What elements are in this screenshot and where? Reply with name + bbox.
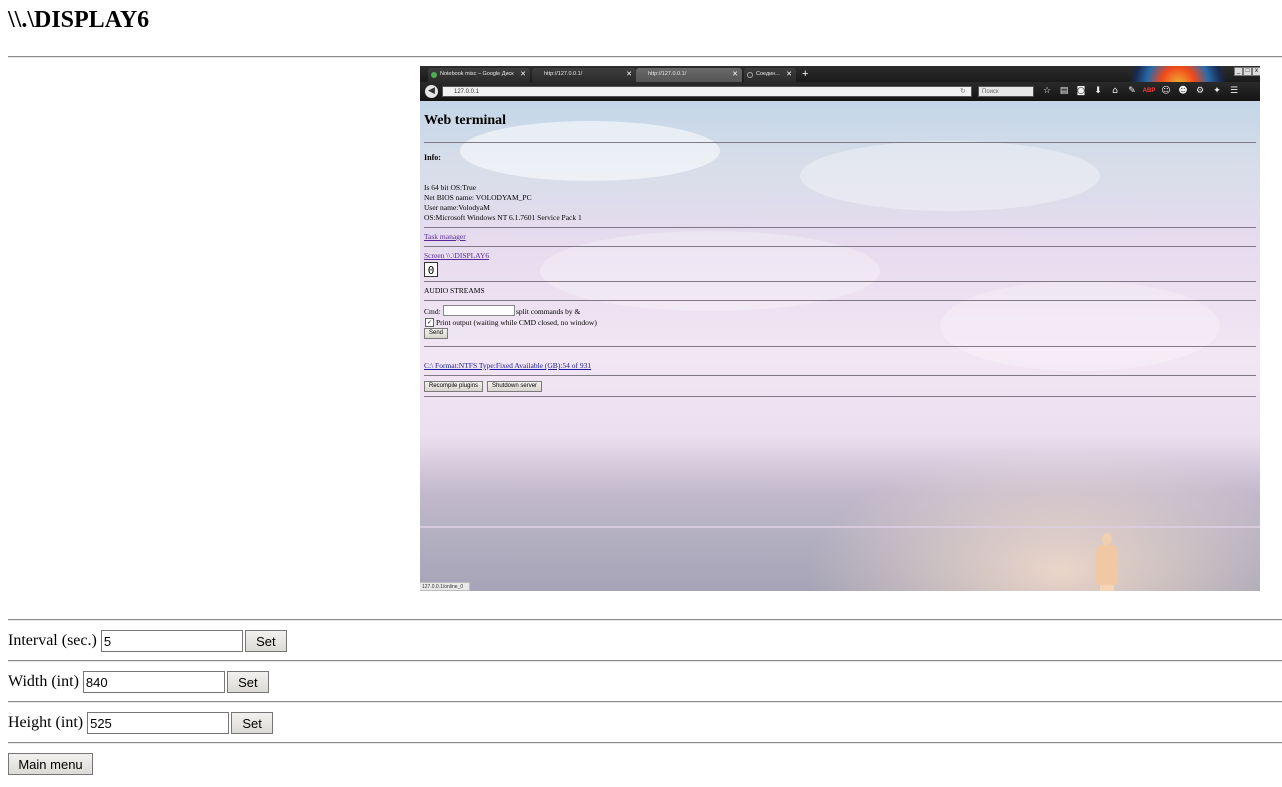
minimize-icon[interactable]: _ [1234, 67, 1243, 76]
google-drive-icon [431, 72, 437, 78]
print-output-label: Print output (waiting while CMD closed, … [436, 318, 597, 327]
extension-icon[interactable]: ✦ [1210, 84, 1224, 98]
drive-link[interactable]: C:\ Format:NTFS Type:Fixed Available (GB… [424, 361, 591, 370]
divider [424, 396, 1256, 397]
send-button[interactable]: Send [424, 328, 449, 339]
smiley-icon[interactable]: ☺ [1159, 84, 1173, 98]
search-box[interactable]: Поиск [978, 86, 1034, 97]
divider [424, 246, 1256, 247]
divider [424, 300, 1256, 301]
divider [8, 619, 1282, 621]
pen-icon[interactable]: ✎ [1125, 84, 1139, 98]
menu-icon[interactable]: ☰ [1227, 84, 1241, 98]
divider [8, 701, 1282, 703]
info-heading: Info: [424, 153, 441, 162]
main-menu-button[interactable]: Main menu [8, 753, 93, 775]
width-label: Width (int) [8, 673, 79, 690]
browser-status-bar: 127.0.0.1/online_0 [420, 582, 470, 591]
new-tab-button[interactable]: + [802, 66, 808, 82]
window-close-icon[interactable]: x [1252, 67, 1260, 76]
print-output-checkbox[interactable]: ✓ [425, 318, 434, 327]
divider [8, 660, 1282, 662]
close-icon[interactable]: ✕ [520, 68, 526, 81]
tab-label: http://127.0.0.1/ [544, 71, 583, 77]
web-terminal-title: Web terminal [424, 113, 507, 128]
divider [424, 375, 1256, 376]
browser-tab-bar: Notebook misc – Google Диск ✕ http://127… [420, 66, 1260, 104]
back-arrow-icon[interactable]: ◀ [425, 85, 438, 98]
browser-tab-active[interactable]: http://127.0.0.1/ ✕ [636, 68, 742, 82]
interval-input[interactable] [100, 630, 243, 652]
task-manager-link[interactable]: Task manager [424, 232, 466, 241]
gear-icon[interactable]: ⚙ [1193, 84, 1207, 98]
tab-label: Соедин... [756, 71, 780, 77]
home-icon[interactable]: ⌂ [1108, 84, 1122, 98]
reload-icon[interactable]: ↻ [960, 86, 966, 97]
clipboard-icon[interactable]: ▤ [1057, 84, 1071, 98]
browser-tab[interactable]: Соедин... ✕ [744, 68, 796, 82]
info-line: Net BIOS name: VOLODYAM_PC [424, 193, 532, 202]
browser-nav-bar: ◀ 127.0.0.1 ↻ Поиск ☆ ▤ ◙ ⬇ ⌂ ✎ ABP ☺ ☻ … [420, 82, 1260, 101]
adblock-icon[interactable]: ABP [1142, 84, 1156, 98]
tab-label: Notebook misc – Google Диск [440, 71, 514, 77]
close-icon[interactable]: ✕ [786, 68, 792, 81]
shutdown-server-button[interactable]: Shutdown server [487, 381, 543, 392]
interval-set-button[interactable]: Set [244, 630, 287, 652]
cmd-hint: split commands by & [516, 307, 581, 316]
download-icon[interactable]: ⬇ [1091, 84, 1105, 98]
divider [424, 142, 1256, 143]
divider [424, 346, 1256, 347]
remote-screenshot[interactable]: Notebook misc – Google Диск ✕ http://127… [420, 66, 1260, 591]
loading-spinner-icon [747, 72, 753, 78]
width-row: Width (int) Set [8, 670, 269, 694]
info-line: OS:Microsoft Windows NT 6.1.7601 Service… [424, 213, 582, 222]
interval-label: Interval (sec.) [8, 632, 97, 649]
close-icon[interactable]: ✕ [732, 68, 738, 81]
height-input[interactable] [87, 712, 230, 734]
pocket-icon[interactable]: ◙ [1074, 84, 1088, 98]
maximize-icon[interactable]: □ [1243, 67, 1252, 76]
browser-tab[interactable]: http://127.0.0.1/ ✕ [532, 68, 636, 82]
close-icon[interactable]: ✕ [626, 68, 632, 81]
toolbar-icons: ☆ ▤ ◙ ⬇ ⌂ ✎ ABP ☺ ☻ ⚙ ✦ ☰ [1040, 84, 1241, 99]
height-label: Height (int) [8, 714, 84, 731]
height-set-button[interactable]: Set [231, 712, 274, 734]
address-bar[interactable]: 127.0.0.1 [442, 86, 972, 97]
screen-link[interactable]: Screen \\.\DISPLAY6 [424, 251, 489, 260]
info-line: User name:VolodyaM [424, 203, 490, 212]
page-title: \\.\DISPLAY6 [8, 7, 150, 33]
bookmark-star-icon[interactable]: ☆ [1040, 84, 1054, 98]
divider [424, 281, 1256, 282]
web-terminal-page: Web terminal Info: Is 64 bit OS:True Net… [420, 101, 1260, 591]
tab-label: http://127.0.0.1/ [648, 71, 687, 77]
face-icon[interactable]: ☻ [1176, 84, 1190, 98]
info-line: Is 64 bit OS:True [424, 183, 477, 192]
cmd-label: Cmd: [424, 307, 441, 316]
divider [8, 56, 1282, 58]
width-input[interactable] [82, 671, 225, 693]
cmd-input[interactable] [443, 305, 515, 316]
interval-row: Interval (sec.) Set [8, 629, 287, 653]
browser-tab[interactable]: Notebook misc – Google Диск ✕ [428, 68, 530, 82]
height-row: Height (int) Set [8, 711, 274, 735]
recompile-plugins-button[interactable]: Recompile plugins [424, 381, 484, 392]
screen-number-box[interactable]: 0 [424, 262, 438, 277]
audio-streams-label: AUDIO STREAMS [424, 286, 485, 295]
divider [8, 742, 1282, 744]
width-set-button[interactable]: Set [226, 671, 269, 693]
divider [424, 227, 1256, 228]
